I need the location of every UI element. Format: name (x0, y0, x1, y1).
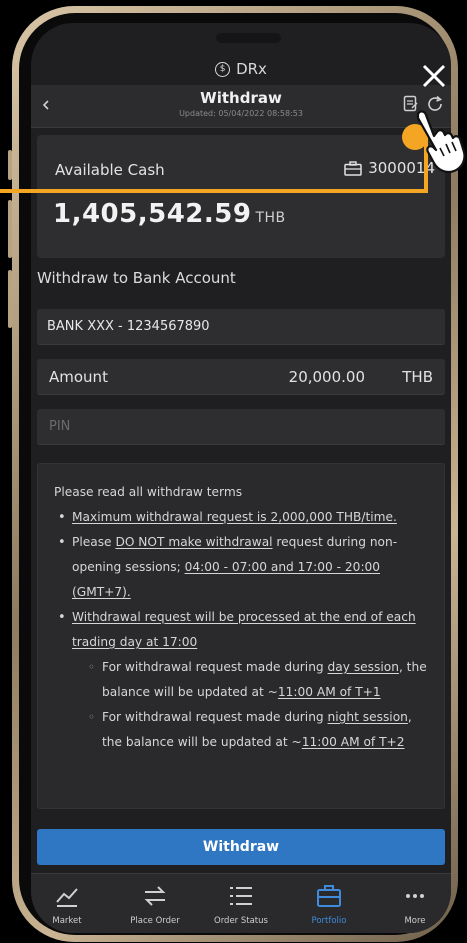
terms-text: Please (72, 535, 116, 549)
list-icon (230, 887, 252, 905)
nav-item-market[interactable]: Market (31, 874, 109, 933)
terms-title: Please read all withdraw terms (54, 485, 243, 499)
nav-label: Portfolio (311, 916, 347, 926)
bank-account-select[interactable]: BANK XXX - 1234567890 (37, 309, 445, 345)
terms-text: 11:00 AM of T+2 (301, 735, 405, 749)
speaker-notch (216, 33, 281, 43)
terms-text: 11:00 AM of T+1 (277, 685, 381, 699)
bottom-nav: Market Place Order Order Status Portfoli… (31, 873, 451, 933)
brand-logo-icon: $ (215, 61, 231, 77)
brand-name: DRx (236, 60, 267, 78)
terms-subitem: For withdrawal request made during night… (88, 705, 432, 755)
nav-item-order-status[interactable]: Order Status (199, 874, 283, 933)
withdraw-terms-panel: Please read all withdraw terms Maximum w… (37, 463, 445, 809)
pin-field[interactable] (37, 409, 445, 445)
more-icon (406, 894, 424, 898)
nav-item-more[interactable]: More (373, 874, 451, 933)
updated-timestamp: Updated: 05/04/2022 08:58:53 (179, 109, 303, 118)
terms-item: Please DO NOT make withdrawal request du… (58, 530, 432, 605)
available-cash-label: Available Cash (55, 161, 165, 179)
amount-currency: THB (402, 368, 433, 386)
available-cash-amount: 1,405,542.59 THB (53, 199, 286, 229)
terms-text: Withdrawal request will be processed at … (72, 610, 416, 649)
page-title: Withdraw (200, 89, 282, 107)
nav-item-portfolio[interactable]: Portfolio (287, 874, 371, 933)
chart-icon (56, 888, 78, 907)
terms-text: DO NOT make withdrawal (115, 535, 273, 549)
nav-label: More (404, 916, 426, 926)
nav-label: Order Status (214, 916, 268, 926)
terms-text: night session (327, 710, 408, 724)
app-screen: $ DRx Withdraw Updated: 05/04/2022 08:58… (31, 23, 451, 933)
nav-label: Place Order (130, 916, 180, 926)
terms-item: Withdrawal request will be processed at … (58, 605, 432, 655)
briefcase-icon (344, 160, 362, 176)
available-cash-card: Available Cash 3000014 1,405,542.59 THB (37, 135, 445, 258)
cash-amount-value: 1,405,542.59 (53, 199, 252, 229)
phone-side-button (8, 150, 12, 180)
terms-subitem: For withdrawal request made during day s… (88, 655, 432, 705)
terms-text: For withdrawal request made during (102, 710, 328, 724)
terms-item: Maximum withdrawal request is 2,000,000 … (58, 505, 432, 530)
terms-text: For withdrawal request made during (102, 660, 328, 674)
app-brand-bar: $ DRx (31, 55, 451, 83)
amount-field[interactable]: Amount 20,000.00 THB (37, 359, 445, 395)
cash-currency: THB (255, 210, 286, 226)
phone-side-button (8, 200, 12, 258)
briefcase-icon (317, 885, 341, 907)
pointing-hand-icon (416, 110, 466, 174)
amount-value[interactable]: 20,000.00 (289, 368, 365, 386)
withdraw-button[interactable]: Withdraw (37, 829, 445, 865)
phone-side-button (8, 270, 12, 328)
page-header: Withdraw Updated: 05/04/2022 08:58:53 (31, 85, 451, 128)
withdraw-to-label: Withdraw to Bank Account (37, 269, 236, 287)
close-icon[interactable] (418, 60, 450, 92)
tutorial-pointer-line (0, 189, 428, 193)
amount-label: Amount (49, 368, 108, 386)
bank-account-value: BANK XXX - 1234567890 (47, 319, 210, 334)
terms-text: Maximum withdrawal request is 2,000,000 … (72, 510, 397, 524)
pin-input[interactable] (37, 409, 445, 444)
terms-text: day session (327, 660, 399, 674)
nav-item-place-order[interactable]: Place Order (113, 874, 197, 933)
nav-label: Market (52, 916, 82, 926)
swap-arrows-icon (144, 886, 166, 906)
